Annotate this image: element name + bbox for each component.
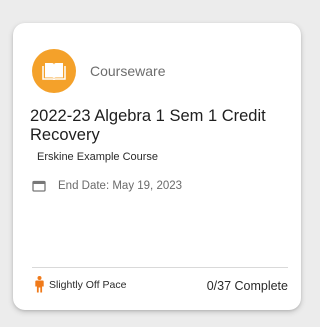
end-date-text: End Date: May 19, 2023: [58, 180, 183, 192]
courseware-badge: [32, 49, 76, 93]
calendar-icon: [32, 180, 46, 192]
course-subtitle: Erskine Example Course: [37, 151, 159, 163]
pace-label: Slightly Off Pace: [49, 278, 127, 291]
book-icon: [42, 63, 66, 81]
divider: [32, 267, 288, 268]
progress-count: 0/37 Complete: [206, 279, 288, 293]
card-type-label: Courseware: [90, 63, 166, 79]
person-icon: [35, 276, 44, 293]
end-date-row: End Date: May 19, 2023: [32, 180, 182, 192]
pace-status: Slightly Off Pace: [35, 276, 126, 293]
course-card[interactable]: Courseware 2022-23 Algebra 1 Sem 1 Credi…: [13, 23, 301, 310]
course-title: 2022-23 Algebra 1 Sem 1 Credit Recovery: [30, 107, 266, 144]
